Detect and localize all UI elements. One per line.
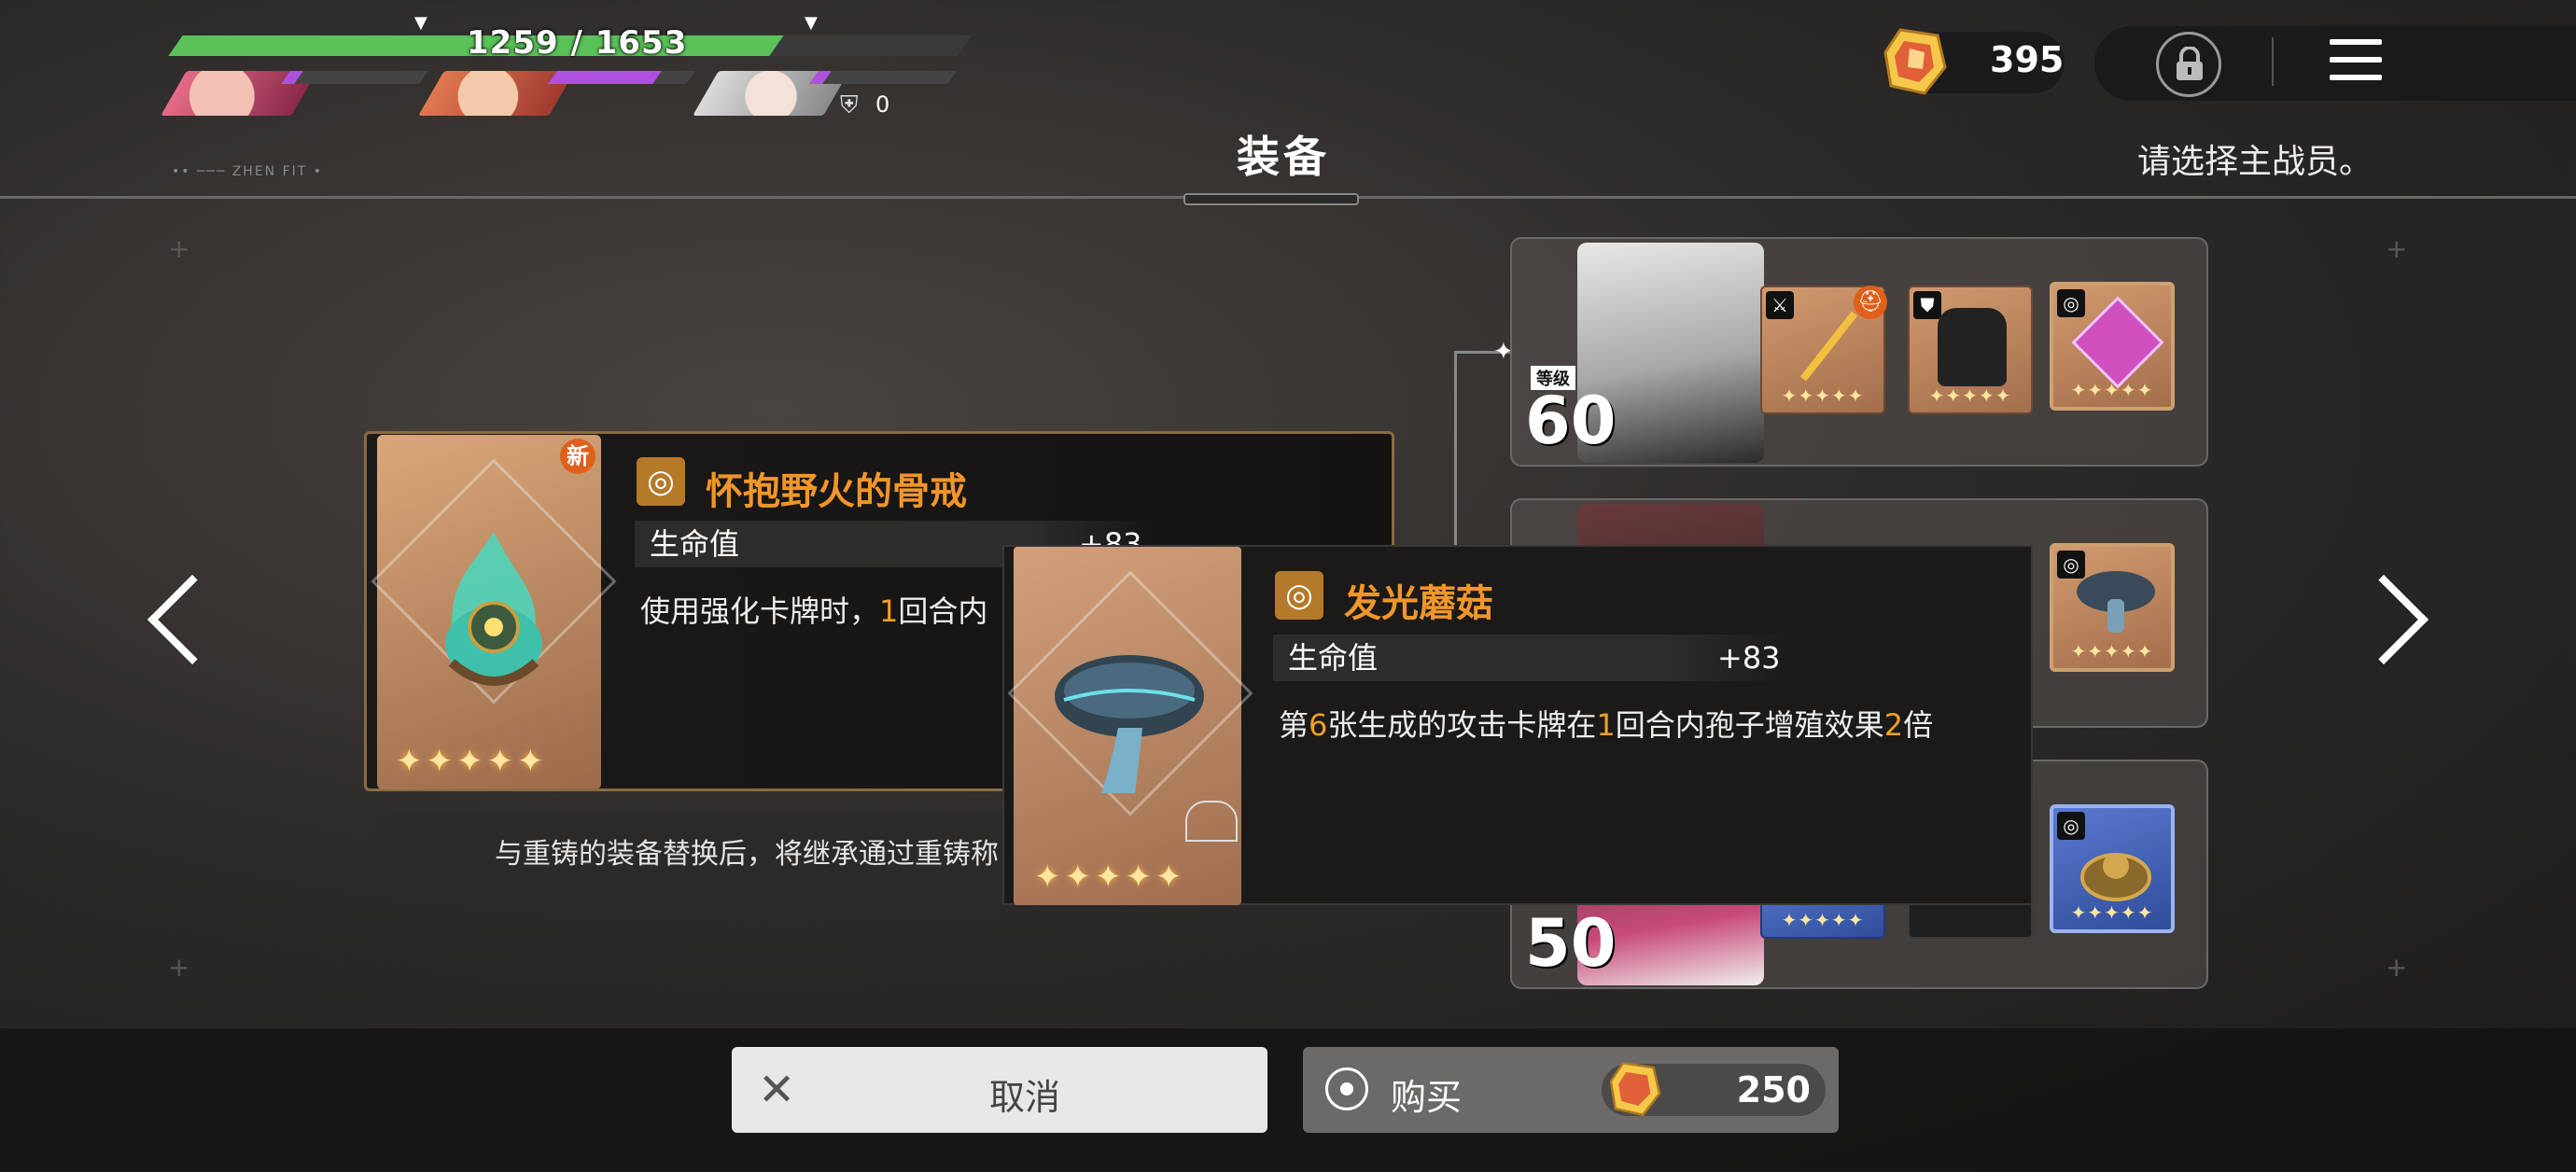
- grid-cross-deco: +: [168, 233, 190, 264]
- grid-cross-deco: +: [2386, 233, 2408, 264]
- separator: [2272, 37, 2274, 86]
- next-arrow-icon[interactable]: [2338, 574, 2429, 665]
- party-energy-bar-3: [809, 71, 957, 84]
- party-energy-bar-1: [281, 71, 428, 84]
- hp-marker: ▼: [805, 13, 818, 33]
- ring-icon: ◎: [2057, 289, 2085, 317]
- armor-slot[interactable]: ⛊ ✦✦✦✦✦: [1908, 286, 2033, 414]
- tooltip-item-name: 发光蘑菇: [1344, 582, 1493, 625]
- shield-value: 0: [875, 91, 890, 118]
- accessory-slot[interactable]: ◎ ✦✦✦✦✦: [2050, 543, 2175, 672]
- tooltip-stat-value: +83: [1717, 640, 1781, 676]
- hp-text: 1259 / 1653: [467, 24, 688, 62]
- buy-label: 购买: [1391, 1077, 1463, 1118]
- bone-ring-art-icon: [445, 532, 542, 686]
- item-rarity-stars: ✦✦✦✦✦: [396, 743, 548, 780]
- tooltip-stat-row: 生命值 +83: [1273, 635, 1796, 681]
- grid-cross-deco: +: [168, 952, 190, 983]
- weapon-slot[interactable]: ⚔ ⛑ ✦✦✦✦✦: [1760, 286, 1887, 414]
- ring-icon: ◎: [1275, 571, 1323, 620]
- mushroom-art-icon: [1055, 655, 1204, 793]
- tooltip-stat-label: 生命值: [1288, 640, 1379, 676]
- gem-icon: [1883, 28, 1947, 95]
- level-number: 60: [1525, 383, 1617, 459]
- price-value: 250: [1736, 1069, 1811, 1110]
- accessory-slot[interactable]: ◎ ✦✦✦✦✦: [2050, 282, 2175, 411]
- item-stat-label: 生命值: [650, 526, 740, 562]
- hp-marker: ▼: [414, 13, 427, 33]
- close-icon: ✕: [758, 1064, 796, 1116]
- gem-count: 395: [1990, 39, 2065, 80]
- ring-icon: ◎: [637, 457, 685, 506]
- item-name: 怀抱野火的骨戒: [706, 470, 967, 513]
- accessory-slot[interactable]: ◎ ✦✦✦✦✦: [2050, 804, 2175, 933]
- crowd-icon: [1185, 801, 1238, 842]
- level-number: 50: [1525, 905, 1617, 982]
- tooltip-description: 第6张生成的攻击卡牌在1回合内孢子增殖效果2倍: [1279, 707, 1934, 743]
- reforge-note: 与重铸的装备替换后，将继承通过重铸称: [495, 838, 999, 871]
- prev-arrow-icon[interactable]: [147, 574, 238, 665]
- buy-dot-icon: [1340, 1082, 1353, 1095]
- menu-icon[interactable]: [2330, 39, 2382, 92]
- item-description: 使用强化卡牌时，1回合内: [640, 593, 988, 629]
- lock-icon: [2177, 47, 2203, 80]
- party-energy-bar-2: [548, 71, 695, 84]
- new-badge: 新: [560, 439, 595, 474]
- title-ornament: [1183, 193, 1359, 205]
- armor-icon: ⛊: [1913, 291, 1941, 319]
- hint-text: 请选择主战员。: [2137, 143, 2373, 181]
- gem-icon: [1609, 1061, 1661, 1117]
- grid-cross-deco: +: [2386, 952, 2408, 983]
- shield-icon: ⛨: [840, 91, 859, 119]
- cancel-label: 取消: [989, 1077, 1061, 1118]
- page-title: 装备: [1237, 132, 1330, 182]
- bottom-bar: [0, 1028, 2576, 1172]
- deco-label: •• ─── ZHEN FIT •: [172, 164, 324, 179]
- tooltip-rarity-stars: ✦✦✦✦✦: [1034, 858, 1186, 896]
